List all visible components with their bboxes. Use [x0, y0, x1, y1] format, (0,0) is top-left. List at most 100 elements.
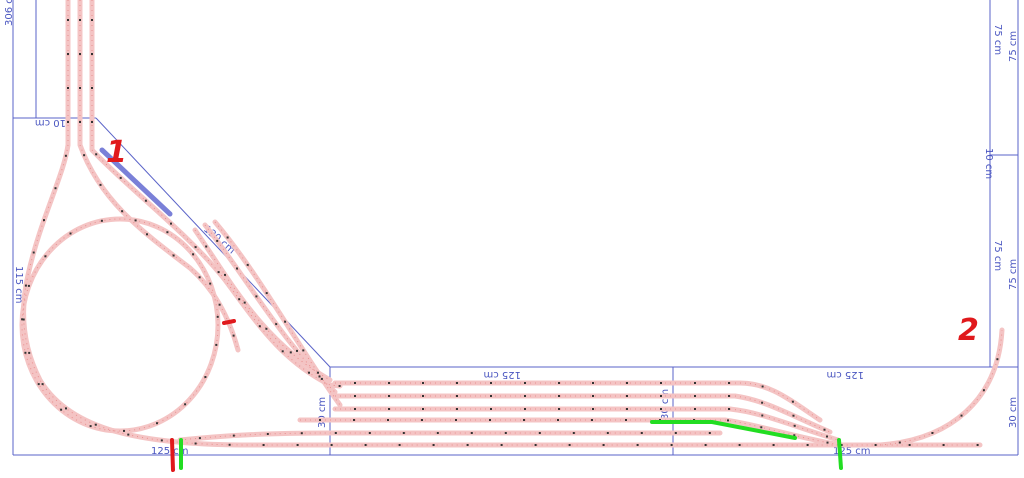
- rail-joint: [67, 19, 69, 21]
- rail-joint: [728, 408, 730, 410]
- rail-joint: [319, 419, 321, 421]
- rail-joint: [898, 441, 901, 444]
- rail-joint: [67, 121, 69, 123]
- rail-joint: [421, 419, 423, 421]
- rail-joint: [258, 325, 261, 328]
- rail-joint: [236, 267, 238, 270]
- rail-joint: [192, 253, 195, 256]
- rail-joint: [255, 295, 258, 298]
- rail-joint: [41, 383, 44, 386]
- rail-joint: [144, 199, 147, 202]
- dim-right-lower-inner: 75 cm: [992, 240, 1003, 271]
- rail-joint: [558, 395, 560, 397]
- rail-joint: [119, 176, 122, 179]
- rail-joint: [500, 444, 503, 446]
- rail-joint: [432, 444, 435, 446]
- rail-joint: [198, 276, 201, 279]
- rail-joint: [32, 251, 35, 254]
- rail-joint: [228, 443, 231, 446]
- rail-joint: [591, 419, 593, 421]
- rail-joint: [694, 395, 696, 397]
- rail-joint: [534, 444, 537, 446]
- rail-joint: [28, 351, 31, 354]
- rail-joint: [121, 210, 124, 213]
- rail-joint: [422, 408, 424, 410]
- rail-joint: [89, 425, 92, 428]
- dim-top-left-width: 306 cm: [4, 0, 15, 26]
- rail-joint: [490, 395, 492, 397]
- rail-joint: [334, 432, 337, 434]
- rail-joint: [931, 432, 934, 434]
- rail-joint: [265, 292, 268, 295]
- rail-joint: [265, 327, 268, 330]
- rail-joint: [636, 444, 639, 446]
- rail-joint: [224, 273, 226, 276]
- rail-joint: [289, 351, 292, 354]
- rail-joint: [83, 154, 86, 157]
- rail-joint: [160, 439, 163, 442]
- rail-joint: [674, 432, 677, 434]
- rail-joint: [354, 382, 356, 384]
- rail-joint: [606, 432, 609, 434]
- rail-joint: [772, 444, 775, 446]
- rail-joint: [172, 254, 175, 257]
- rail-joint: [694, 408, 696, 410]
- dim-inner-corner: 10 cm: [35, 117, 66, 128]
- rail-joint: [198, 437, 201, 440]
- rail-joint: [91, 121, 93, 123]
- rail-joint: [422, 382, 424, 384]
- dim-bottom-left-width: 125 cm: [483, 369, 521, 380]
- rail-joint: [792, 414, 795, 417]
- rail-joint: [205, 245, 208, 248]
- rail-joint: [524, 395, 526, 397]
- rail-joint: [67, 53, 69, 55]
- dim-right-upper-inner: 75 cm: [992, 24, 1003, 55]
- rail-joint: [99, 183, 102, 186]
- track-return-curve: [877, 327, 1005, 448]
- rail-joint: [215, 343, 218, 346]
- red-marker-mid: [222, 319, 236, 325]
- rail-joint: [388, 408, 390, 410]
- rail-joint: [284, 320, 287, 323]
- rail-joint: [470, 432, 473, 434]
- rail-joint: [402, 432, 405, 434]
- rail-joint: [942, 444, 945, 446]
- rail-joint: [625, 419, 627, 421]
- rail-joint: [266, 433, 269, 435]
- rail-joint: [318, 375, 321, 378]
- rail-joint: [523, 419, 525, 421]
- rail-joint: [43, 219, 45, 222]
- rail-joint: [262, 444, 265, 446]
- dim-right-mid: 10 cm: [983, 148, 994, 179]
- rail-joint: [69, 232, 72, 235]
- rail-joint: [296, 444, 299, 446]
- rail-joint: [79, 121, 81, 123]
- dim-right-depth: 30 cm: [1008, 397, 1019, 428]
- rail-joint: [317, 371, 319, 374]
- rail-joint: [660, 395, 662, 397]
- rail-joint: [123, 429, 125, 432]
- rail-joint: [166, 231, 169, 234]
- track-helix-loop: [19, 216, 221, 434]
- rail-joint: [156, 422, 158, 425]
- rail-joint: [296, 349, 298, 352]
- rail-joint: [204, 376, 207, 378]
- rail-joint: [354, 408, 356, 410]
- rail-joint: [281, 350, 284, 353]
- rail-joint: [761, 414, 764, 417]
- dim-bottom-right-width: 125 cm: [826, 369, 864, 380]
- dim-right-upper-outer: 75 cm: [1008, 31, 1019, 62]
- rail-joint: [243, 301, 246, 304]
- rail-joint: [354, 395, 356, 397]
- rail-joint: [490, 408, 492, 410]
- rail-joint: [504, 432, 507, 434]
- rail-joint: [728, 395, 730, 397]
- rail-joint: [134, 219, 137, 222]
- green-marker-bottom-right: [837, 438, 843, 470]
- rail-joint: [456, 395, 458, 397]
- red-marker-bottom: [170, 438, 175, 472]
- rail-joint: [275, 323, 278, 326]
- rail-joint: [300, 432, 303, 435]
- rail-joint: [592, 395, 594, 397]
- dim-right-lower-outer: 75 cm: [1008, 259, 1019, 290]
